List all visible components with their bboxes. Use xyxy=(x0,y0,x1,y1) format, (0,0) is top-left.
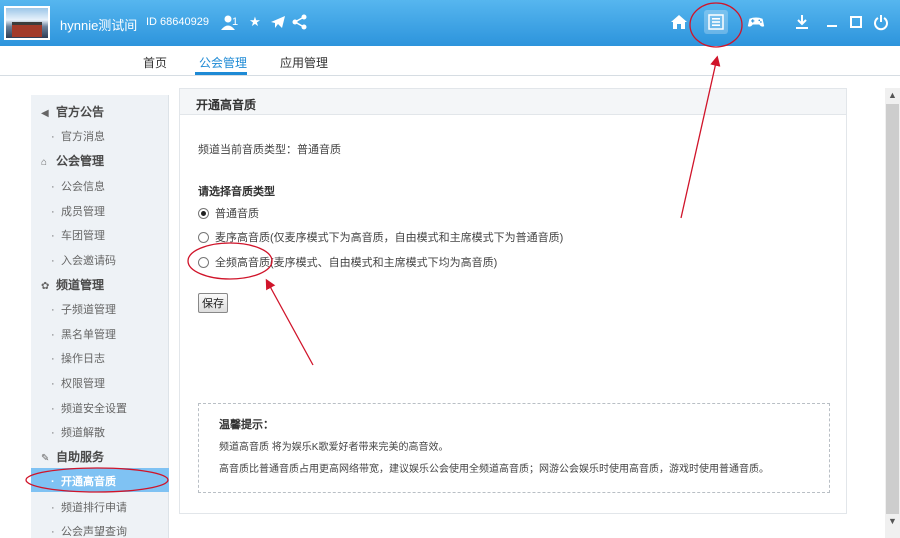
tips-line: 高音质比普通音质占用更高网络带宽，建议娱乐公会使用全频道高音质；网游公会娱乐时使… xyxy=(219,464,769,475)
current-quality-text: 频道当前音质类型：普通音质 xyxy=(198,144,341,156)
page-title: 开通高音质 xyxy=(196,98,257,112)
sidebar-item-label: 成员管理 xyxy=(61,206,105,218)
radio-label: 全频高音质(麦序模式、自由模式和主席模式下均为高音质) xyxy=(215,257,498,269)
sidebar-item-vehicle-team[interactable]: · 车团管理 xyxy=(51,227,105,243)
sidebar-item-subchannels[interactable]: · 子频道管理 xyxy=(51,301,116,317)
maximize-icon[interactable] xyxy=(846,12,866,32)
sidebar-item-dissolve-channel[interactable]: · 频道解散 xyxy=(51,424,105,440)
radio-option-full-hq[interactable]: 全频高音质(麦序模式、自由模式和主席模式下均为高音质) xyxy=(198,255,497,269)
sidebar-item-active-label[interactable]: · 开通高音质 xyxy=(51,473,116,489)
sidebar-item-label: 公会声望查询 xyxy=(61,526,127,538)
sidebar-item-blacklist[interactable]: · 黑名单管理 xyxy=(51,326,116,342)
sidebar-item-label: 开通高音质 xyxy=(61,476,116,488)
choose-quality-label: 请选择音质类型 xyxy=(198,186,275,198)
sidebar-item-label: 入会邀请码 xyxy=(61,255,116,267)
sidebar-item-label: 黑名单管理 xyxy=(61,329,116,341)
scroll-thumb[interactable] xyxy=(886,104,899,514)
sidebar-item-label: 频道排行申请 xyxy=(61,502,127,514)
sidebar: ◀ 官方公告 · 官方消息 ⌂ 公会管理 · 公会信息 · 成员管理 · 车团管理 · 入会邀… xyxy=(31,95,169,538)
sidebar-item-label: 操作日志 xyxy=(61,353,105,365)
sidebar-section-label: 官方公告 xyxy=(56,105,105,119)
sidebar-item-security-settings[interactable]: · 频道安全设置 xyxy=(51,400,127,416)
scrollbar[interactable]: ▲ ▼ xyxy=(885,88,900,538)
scroll-down-arrow-icon[interactable]: ▼ xyxy=(885,514,900,528)
sidebar-item-permissions[interactable]: · 权限管理 xyxy=(51,375,105,391)
sidebar-item-label: 频道安全设置 xyxy=(61,403,127,415)
gamepad-icon[interactable] xyxy=(744,11,768,33)
save-button[interactable]: 保存 xyxy=(198,293,228,313)
member-count: 1 xyxy=(232,16,239,28)
settings-icon: ✿ xyxy=(41,281,50,292)
radio-label: 麦序高音质(仅麦序模式下为高音质，自由模式和主席模式下为普通音质) xyxy=(215,232,564,244)
sidebar-section-self-service[interactable]: ✎ 自助服务 xyxy=(41,448,104,465)
tab-guild-management[interactable]: 公会管理 xyxy=(199,54,247,71)
sidebar-item-label: 子频道管理 xyxy=(61,304,116,316)
sidebar-section-label: 自助服务 xyxy=(56,450,105,464)
scroll-up-arrow-icon[interactable]: ▲ xyxy=(885,88,900,102)
sidebar-section-channel[interactable]: ✿ 频道管理 xyxy=(41,276,104,293)
sidebar-item-operation-log[interactable]: · 操作日志 xyxy=(51,350,105,366)
channel-id: ID 68640929 xyxy=(146,16,209,28)
sidebar-item-label: 官方消息 xyxy=(61,131,105,143)
download-icon[interactable] xyxy=(792,12,812,32)
sidebar-item-label: 车团管理 xyxy=(61,230,105,242)
sidebar-item-label: 权限管理 xyxy=(61,378,105,390)
list-icon[interactable] xyxy=(704,10,728,34)
tips-title: 温馨提示： xyxy=(219,419,274,431)
sidebar-item-official-news[interactable]: · 官方消息 xyxy=(51,128,105,144)
power-icon[interactable] xyxy=(871,12,891,32)
sidebar-item-reputation-query[interactable]: · 公会声望查询 xyxy=(51,523,127,538)
panel-header: 开通高音质 xyxy=(180,89,846,115)
house-icon: ⌂ xyxy=(41,157,48,168)
sidebar-item-members[interactable]: · 成员管理 xyxy=(51,203,105,219)
channel-name: hynnie测试间 xyxy=(60,18,138,33)
tab-home[interactable]: 首页 xyxy=(143,54,167,71)
tips-line: 频道高音质 将为娱乐K歌爱好者带来完美的高音效。 xyxy=(219,442,449,453)
avatar[interactable] xyxy=(4,6,50,40)
radio-button[interactable] xyxy=(198,256,209,268)
speaker-icon: ◀ xyxy=(41,108,49,119)
top-nav: 首页 公会管理 应用管理 xyxy=(0,46,900,76)
home-icon[interactable] xyxy=(668,11,690,33)
sidebar-section-announcements[interactable]: ◀ 官方公告 xyxy=(41,103,104,120)
title-bar: hynnie测试间 ID 68640929 1 ★ xyxy=(0,0,900,46)
wrench-icon: ✎ xyxy=(41,453,50,464)
active-tab-indicator xyxy=(195,72,247,75)
sidebar-item-invite-code[interactable]: · 入会邀请码 xyxy=(51,252,116,268)
share-icon[interactable] xyxy=(290,12,310,32)
tab-app-management[interactable]: 应用管理 xyxy=(280,54,328,71)
sidebar-item-guild-info[interactable]: · 公会信息 xyxy=(51,178,105,194)
sidebar-item-label: 频道解散 xyxy=(61,427,105,439)
radio-button[interactable] xyxy=(198,231,209,243)
radio-label: 普通音质 xyxy=(215,208,259,220)
sidebar-section-label: 频道管理 xyxy=(56,278,105,292)
radio-option-normal[interactable]: 普通音质 xyxy=(198,206,259,220)
sidebar-section-guild[interactable]: ⌂ 公会管理 xyxy=(41,152,104,169)
minimize-icon[interactable] xyxy=(822,12,842,32)
sidebar-item-label: 公会信息 xyxy=(61,181,105,193)
content-panel: 开通高音质 频道当前音质类型：普通音质 请选择音质类型 普通音质 麦序高音质(仅… xyxy=(179,88,847,514)
radio-button[interactable] xyxy=(198,207,209,219)
tips-box: 温馨提示： 频道高音质 将为娱乐K歌爱好者带来完美的高音效。 高音质比普通音质占… xyxy=(198,403,830,493)
radio-option-mic-queue-hq[interactable]: 麦序高音质(仅麦序模式下为高音质，自由模式和主席模式下为普通音质) xyxy=(198,230,563,244)
star-icon[interactable]: ★ xyxy=(245,12,265,32)
sidebar-item-ranking-apply[interactable]: · 频道排行申请 xyxy=(51,499,127,515)
plane-icon[interactable] xyxy=(268,12,288,32)
sidebar-section-label: 公会管理 xyxy=(56,154,105,168)
